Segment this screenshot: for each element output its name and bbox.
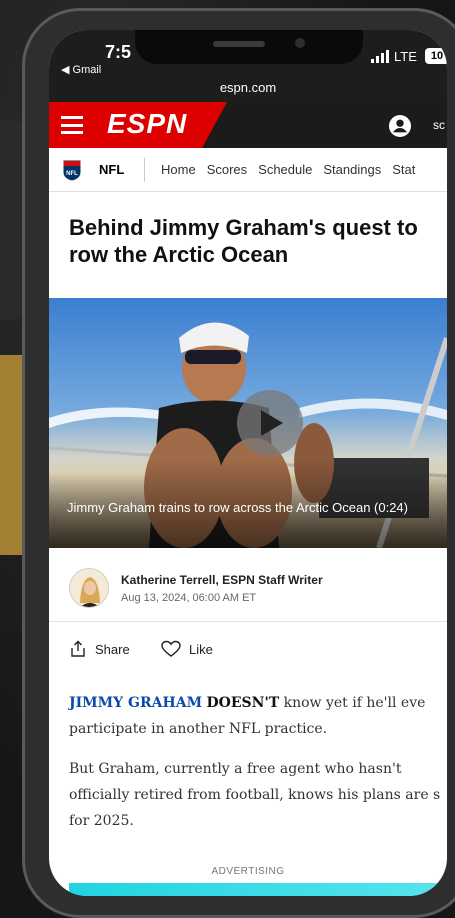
share-button[interactable]: Share [69, 640, 130, 658]
like-button[interactable]: Like [161, 640, 213, 658]
url-bar[interactable]: espn.com [49, 80, 447, 95]
nav-link-scores[interactable]: Scores [207, 162, 247, 177]
author-name[interactable]: Katherine Terrell, ESPN Staff Writer [121, 573, 323, 587]
advertising-label: ADVERTISING [211, 866, 285, 877]
battery-icon: 10 [425, 48, 447, 64]
lead-word: DOESN'T [206, 695, 280, 711]
paragraph-1-line-2: participate in another NFL practice. [69, 721, 328, 737]
publish-date: Aug 13, 2024, 06:00 AM ET [121, 592, 257, 604]
nfl-shield-icon[interactable]: NFL [62, 158, 82, 182]
play-icon [261, 410, 283, 436]
search-partial-label[interactable]: sc [433, 118, 445, 132]
signal-icon [371, 50, 389, 63]
espn-header: ESPN sc [49, 102, 447, 148]
article-headline: Behind Jimmy Graham's quest to row the A… [69, 214, 447, 268]
nav-link-standings[interactable]: Standings [323, 162, 381, 177]
league-nav: NFL NFL Home Scores Schedule Standings S… [49, 148, 447, 192]
nav-link-schedule[interactable]: Schedule [258, 162, 312, 177]
network-label: LTE [394, 49, 417, 64]
like-label: Like [189, 641, 213, 657]
status-time: 7:5 [105, 42, 132, 62]
video-play-button[interactable] [237, 390, 303, 456]
league-label[interactable]: NFL [99, 162, 124, 177]
ad-banner[interactable] [69, 883, 447, 896]
byline: Katherine Terrell, ESPN Staff Writer Aug… [49, 558, 447, 622]
camera-dot [295, 38, 305, 48]
nav-link-home[interactable]: Home [161, 162, 196, 177]
back-to-app-link[interactable]: ◀ Gmail [61, 63, 101, 76]
espn-logo[interactable]: ESPN [107, 108, 187, 140]
paragraph-2-line-2: officially retired from football, knows … [69, 787, 441, 803]
article-actions: Share Like [49, 630, 447, 670]
video-player[interactable]: Jimmy Graham trains to row across the Ar… [49, 298, 447, 548]
headline-line-2: row the Arctic Ocean [69, 242, 289, 267]
article-body: JIMMY GRAHAM DOESN'T know yet if he'll e… [69, 690, 447, 848]
phone-screen: 7:5 ◀ Gmail LTE 10 espn.com ESPN sc NFL … [49, 30, 447, 896]
league-nav-links: Home Scores Schedule Standings Stat [161, 162, 415, 177]
background-gold-block [0, 355, 22, 555]
nav-divider [144, 158, 145, 182]
share-icon [71, 640, 85, 657]
share-label: Share [95, 641, 130, 657]
headline-line-1: Behind Jimmy Graham's quest to [69, 215, 418, 240]
speaker-pill [213, 41, 265, 47]
user-account-icon[interactable] [389, 115, 411, 137]
status-bar: 7:5 ◀ Gmail LTE 10 espn.com [49, 30, 447, 102]
phone-notch [135, 30, 363, 64]
video-caption: Jimmy Graham trains to row across the Ar… [67, 500, 408, 515]
svg-text:NFL: NFL [66, 171, 78, 177]
paragraph-1: JIMMY GRAHAM DOESN'T know yet if he'll e… [69, 690, 447, 742]
author-avatar [69, 568, 109, 608]
paragraph-2-line-3: for 2025. [69, 813, 134, 829]
heart-icon [161, 640, 181, 657]
paragraph-1-text: know yet if he'll eve [279, 695, 426, 711]
paragraph-2-line-1: But Graham, currently a free agent who h… [69, 761, 402, 777]
nav-link-stats[interactable]: Stat [392, 162, 415, 177]
hamburger-menu-icon[interactable] [61, 116, 83, 134]
paragraph-2: But Graham, currently a free agent who h… [69, 756, 447, 834]
player-link[interactable]: JIMMY GRAHAM [69, 695, 202, 711]
